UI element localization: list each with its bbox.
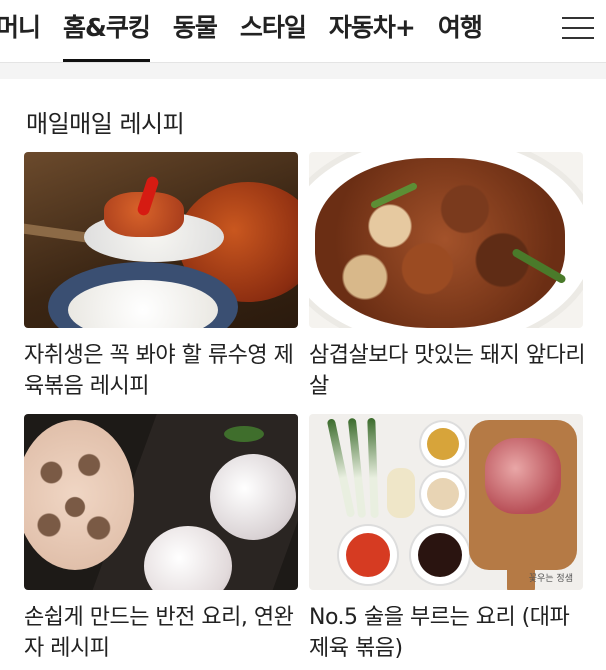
category-tabs: 머니 홈&쿠킹 동물 스타일 자동차+ 여행	[0, 0, 505, 62]
section-title: 매일매일 레시피	[26, 110, 185, 138]
recipe-title[interactable]: No.5 술을 부르는 요리 (대파 제육 볶음)	[309, 602, 589, 664]
recipe-thumbnail[interactable]	[309, 152, 583, 328]
tab-money[interactable]: 머니	[0, 0, 41, 62]
recipe-card[interactable]: 꽃우는 정샘 No.5 술을 부르는 요리 (대파 제육 볶음)	[309, 414, 589, 664]
recipe-thumbnail[interactable]	[24, 414, 298, 590]
recipe-thumbnail[interactable]: 꽃우는 정샘	[309, 414, 583, 590]
recipe-card[interactable]: 자취생은 꼭 봐야 할 류수영 제육볶음 레시피	[24, 152, 304, 402]
category-tab-bar: 머니 홈&쿠킹 동물 스타일 자동차+ 여행	[0, 0, 606, 63]
tab-travel[interactable]: 여행	[438, 0, 483, 62]
recipe-thumbnail[interactable]	[24, 152, 298, 328]
section-divider	[0, 63, 606, 79]
hamburger-menu-icon[interactable]	[540, 0, 606, 62]
recipe-title[interactable]: 손쉽게 만드는 반전 요리, 연완자 레시피	[24, 602, 304, 664]
recipe-card[interactable]: 삼겹살보다 맛있는 돼지 앞다리살	[309, 152, 589, 402]
recipe-title[interactable]: 자취생은 꼭 봐야 할 류수영 제육볶음 레시피	[24, 340, 304, 402]
tab-style[interactable]: 스타일	[240, 0, 307, 62]
recipe-title[interactable]: 삼겹살보다 맛있는 돼지 앞다리살	[309, 340, 589, 402]
recipe-card[interactable]: 손쉽게 만드는 반전 요리, 연완자 레시피	[24, 414, 304, 664]
tab-animals[interactable]: 동물	[173, 0, 218, 62]
tab-home-cooking[interactable]: 홈&쿠킹	[63, 0, 151, 62]
tab-car-plus[interactable]: 자동차+	[329, 0, 416, 62]
image-watermark: 꽃우는 정샘	[528, 574, 573, 584]
